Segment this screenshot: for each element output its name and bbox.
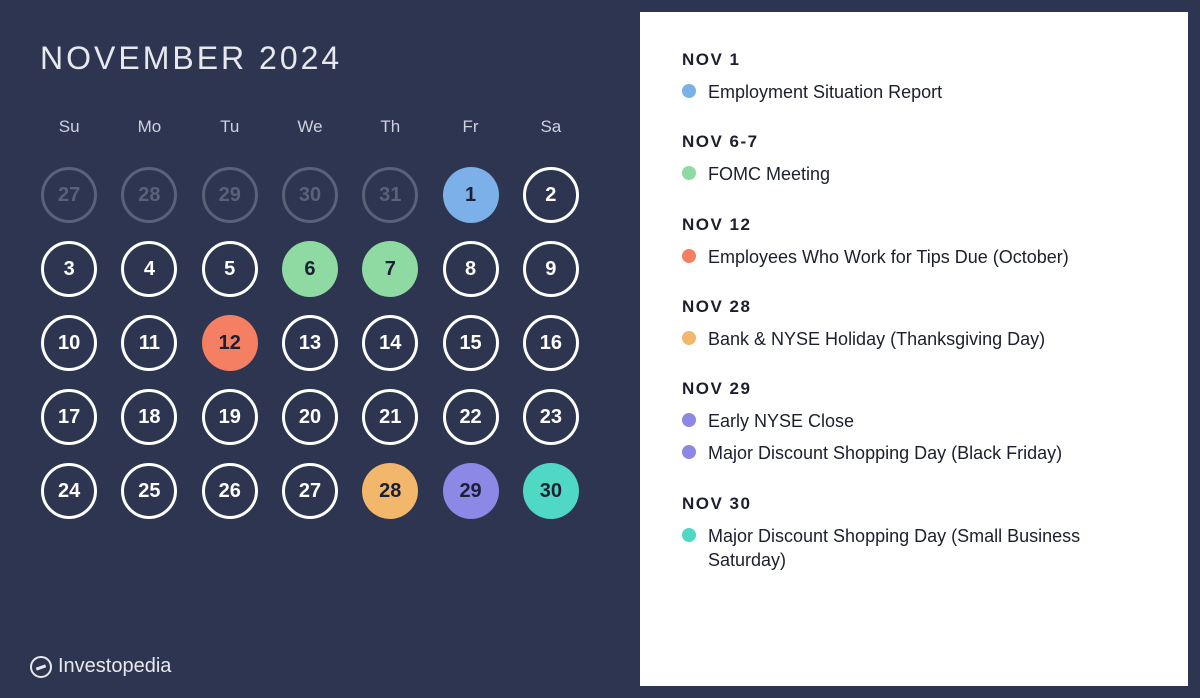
- calendar-day: 9: [523, 241, 579, 297]
- event-group: NOV 30 Major Discount Shopping Day (Small…: [682, 494, 1150, 573]
- dow-header: Mo: [120, 117, 178, 149]
- calendar-day: 26: [202, 463, 258, 519]
- calendar-day: 17: [41, 389, 97, 445]
- calendar-day: 13: [282, 315, 338, 371]
- calendar-day: 29: [202, 167, 258, 223]
- event-text: Bank & NYSE Holiday (Thanksgiving Day): [708, 327, 1045, 351]
- dow-header: Th: [361, 117, 419, 149]
- calendar-day: 6: [282, 241, 338, 297]
- event-date: NOV 28: [682, 297, 1150, 317]
- event-date: NOV 6-7: [682, 132, 1150, 152]
- calendar-day: 22: [443, 389, 499, 445]
- calendar-day: 7: [362, 241, 418, 297]
- event-item: Employment Situation Report: [682, 80, 1150, 104]
- brand-text: Investopedia: [58, 655, 171, 678]
- calendar-day: 8: [443, 241, 499, 297]
- dow-header: We: [281, 117, 339, 149]
- event-date: NOV 30: [682, 494, 1150, 514]
- calendar-day: 10: [41, 315, 97, 371]
- event-group: NOV 28 Bank & NYSE Holiday (Thanksgiving …: [682, 297, 1150, 351]
- calendar-day: 29: [443, 463, 499, 519]
- calendar-day: 31: [362, 167, 418, 223]
- event-dot-icon: [682, 445, 696, 459]
- calendar-day: 20: [282, 389, 338, 445]
- brand-icon: [30, 656, 52, 678]
- calendar-grid: SuMoTuWeThFrSa27282930311234567891011121…: [40, 117, 580, 519]
- calendar-day: 12: [202, 315, 258, 371]
- calendar-title: NOVEMBER 2024: [40, 40, 596, 77]
- calendar-panel: NOVEMBER 2024 SuMoTuWeThFrSa272829303112…: [40, 40, 596, 519]
- dow-header: Tu: [201, 117, 259, 149]
- calendar-day: 27: [282, 463, 338, 519]
- event-date: NOV 12: [682, 215, 1150, 235]
- calendar-day: 25: [121, 463, 177, 519]
- event-item: FOMC Meeting: [682, 162, 1150, 186]
- event-item: Employees Who Work for Tips Due (October…: [682, 245, 1150, 269]
- event-item: Bank & NYSE Holiday (Thanksgiving Day): [682, 327, 1150, 351]
- event-dot-icon: [682, 166, 696, 180]
- event-dot-icon: [682, 249, 696, 263]
- dow-header: Su: [40, 117, 98, 149]
- event-date: NOV 29: [682, 379, 1150, 399]
- event-dot-icon: [682, 84, 696, 98]
- calendar-day: 16: [523, 315, 579, 371]
- calendar-day: 19: [202, 389, 258, 445]
- event-item: Major Discount Shopping Day (Black Frida…: [682, 441, 1150, 465]
- calendar-day: 23: [523, 389, 579, 445]
- event-text: Employment Situation Report: [708, 80, 942, 104]
- events-panel: NOV 1 Employment Situation Report NOV 6-7 F…: [640, 12, 1188, 686]
- calendar-day: 4: [121, 241, 177, 297]
- calendar-day: 15: [443, 315, 499, 371]
- calendar-day: 30: [282, 167, 338, 223]
- calendar-day: 1: [443, 167, 499, 223]
- event-text: FOMC Meeting: [708, 162, 830, 186]
- event-group: NOV 12 Employees Who Work for Tips Due (O…: [682, 215, 1150, 269]
- calendar-day: 14: [362, 315, 418, 371]
- event-text: Major Discount Shopping Day (Black Frida…: [708, 441, 1062, 465]
- event-item: Major Discount Shopping Day (Small Busin…: [682, 524, 1150, 573]
- event-date: NOV 1: [682, 50, 1150, 70]
- event-group: NOV 6-7 FOMC Meeting: [682, 132, 1150, 186]
- calendar-day: 27: [41, 167, 97, 223]
- calendar-day: 5: [202, 241, 258, 297]
- event-text: Employees Who Work for Tips Due (October…: [708, 245, 1069, 269]
- event-dot-icon: [682, 413, 696, 427]
- event-dot-icon: [682, 528, 696, 542]
- calendar-day: 11: [121, 315, 177, 371]
- calendar-day: 30: [523, 463, 579, 519]
- event-item: Early NYSE Close: [682, 409, 1150, 433]
- calendar-day: 18: [121, 389, 177, 445]
- brand: Investopedia: [30, 655, 171, 678]
- dow-header: Fr: [441, 117, 499, 149]
- dow-header: Sa: [522, 117, 580, 149]
- calendar-day: 3: [41, 241, 97, 297]
- event-group: NOV 1 Employment Situation Report: [682, 50, 1150, 104]
- calendar-day: 28: [121, 167, 177, 223]
- event-text: Major Discount Shopping Day (Small Busin…: [708, 524, 1150, 573]
- calendar-day: 2: [523, 167, 579, 223]
- event-group: NOV 29 Early NYSE Close Major Discount Sho…: [682, 379, 1150, 466]
- event-text: Early NYSE Close: [708, 409, 854, 433]
- calendar-day: 21: [362, 389, 418, 445]
- calendar-day: 28: [362, 463, 418, 519]
- event-dot-icon: [682, 331, 696, 345]
- calendar-day: 24: [41, 463, 97, 519]
